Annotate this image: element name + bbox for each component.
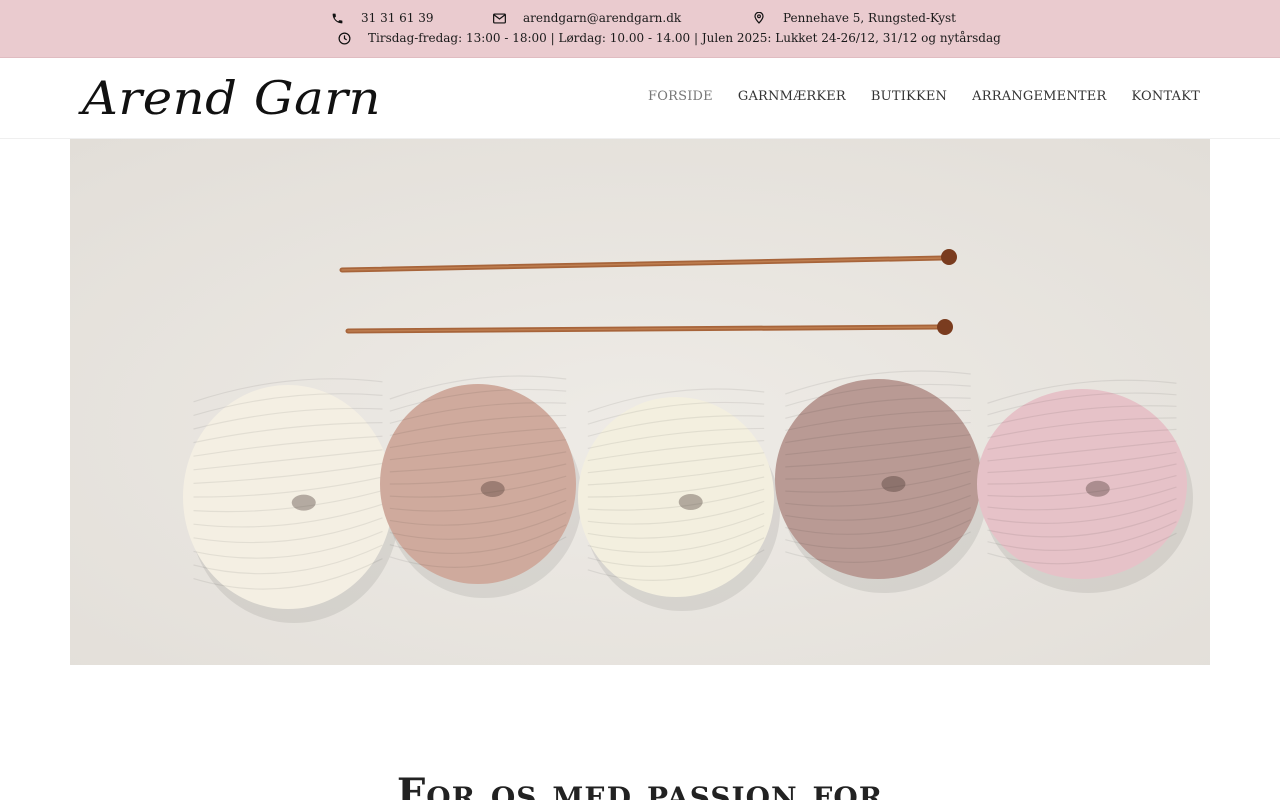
phone-info[interactable]: 31 31 61 39	[331, 11, 434, 25]
nav-item-arrangementer[interactable]: ARRANGEMENTER	[972, 89, 1106, 104]
nav-item-butikken[interactable]: BUTIKKEN	[871, 89, 947, 104]
top-info-bar: 31 31 61 39 arendgarn@arendgarn.dk Penne…	[0, 0, 1280, 58]
hours-text: Tirsdag-fredag: 13:00 - 18:00 | Lørdag: …	[368, 31, 1001, 45]
hero-image	[70, 139, 1210, 665]
phone-icon	[331, 12, 344, 25]
nav-item-kontakt[interactable]: KONTAKT	[1131, 89, 1200, 104]
envelope-icon	[493, 12, 506, 24]
nav-item-forside[interactable]: FORSIDE	[648, 89, 713, 104]
page-headline: For os med passion for	[396, 770, 884, 800]
main-nav: FORSIDE GARNMÆRKER BUTIKKEN ARRANGEMENTE…	[648, 89, 1200, 104]
site-logo[interactable]: Arend Garn	[82, 71, 381, 125]
email-info[interactable]: arendgarn@arendgarn.dk	[493, 11, 681, 25]
email-address[interactable]: arendgarn@arendgarn.dk	[523, 11, 681, 25]
address-info: Pennehave 5, Rungsted-Kyst	[754, 11, 956, 25]
opening-hours: Tirsdag-fredag: 13:00 - 18:00 | Lørdag: …	[338, 31, 1001, 45]
phone-number[interactable]: 31 31 61 39	[361, 11, 434, 25]
map-pin-icon	[754, 12, 764, 24]
clock-icon	[338, 32, 351, 45]
nav-item-garnmaerker[interactable]: GARNMÆRKER	[738, 89, 846, 104]
site-header: Arend Garn FORSIDE GARNMÆRKER BUTIKKEN A…	[0, 59, 1280, 139]
address-text: Pennehave 5, Rungsted-Kyst	[783, 11, 956, 25]
